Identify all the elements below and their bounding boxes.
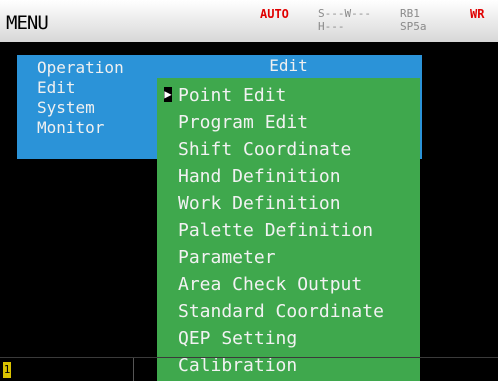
menu-item-label: Standard Coordinate <box>178 301 384 322</box>
teach-pendant-screen: MENU AUTO S---W--- H--- RB1 SP5a WR Oper… <box>0 0 498 381</box>
category-list: Operation Edit System Monitor <box>37 58 124 138</box>
cursor-arrow-icon: ▶ <box>164 87 172 102</box>
menu-item-label: Area Check Output <box>178 274 363 295</box>
screen-title: MENU <box>6 12 49 34</box>
menu-item-label: Hand Definition <box>178 166 341 187</box>
menu-item-standard-coordinate[interactable]: Standard Coordinate <box>162 298 384 325</box>
title-bar: MENU AUTO S---W--- H--- RB1 SP5a WR <box>0 0 498 42</box>
menu-item-hand-definition[interactable]: Hand Definition <box>162 163 384 190</box>
menu-item-point-edit[interactable]: ▶ Point Edit <box>162 82 384 109</box>
menu-item-palette-definition[interactable]: Palette Definition <box>162 217 384 244</box>
menu-item-label: Parameter <box>178 247 276 268</box>
status-line-2: H--- <box>318 20 345 33</box>
menu-item-label: Point Edit <box>178 85 287 106</box>
menu-item-program-edit[interactable]: Program Edit <box>162 109 384 136</box>
menu-item-label: Palette Definition <box>178 220 374 241</box>
menu-item-label: Shift Coordinate <box>178 139 352 160</box>
menu-item-label: Program Edit <box>178 112 309 133</box>
menu-item-work-definition[interactable]: Work Definition <box>162 190 384 217</box>
category-operation[interactable]: Operation <box>37 58 124 78</box>
menu-item-label: Calibration <box>178 355 298 376</box>
robot-status: RB1 <box>400 7 420 20</box>
footer-divider <box>0 357 498 358</box>
submenu-header: Edit <box>269 56 308 75</box>
category-edit[interactable]: Edit <box>37 78 124 98</box>
category-system[interactable]: System <box>37 98 124 118</box>
menu-item-qep-setting[interactable]: QEP Setting <box>162 325 384 352</box>
menu-item-shift-coordinate[interactable]: Shift Coordinate <box>162 136 384 163</box>
menu-item-area-check-output[interactable]: Area Check Output <box>162 271 384 298</box>
category-monitor[interactable]: Monitor <box>37 118 124 138</box>
footer-cell-divider <box>133 358 134 381</box>
menu-item-label: QEP Setting <box>178 328 298 349</box>
warning-status: WR <box>470 7 485 21</box>
menu-item-parameter[interactable]: Parameter <box>162 244 384 271</box>
menu-item-label: Work Definition <box>178 193 341 214</box>
page-indicator: 1 <box>3 362 11 378</box>
speed-status: SP5a <box>400 20 427 33</box>
mode-status: AUTO <box>260 7 289 21</box>
status-line-1: S---W--- <box>318 7 371 20</box>
submenu-list: ▶ Point Edit Program Edit Shift Coordina… <box>162 82 384 379</box>
